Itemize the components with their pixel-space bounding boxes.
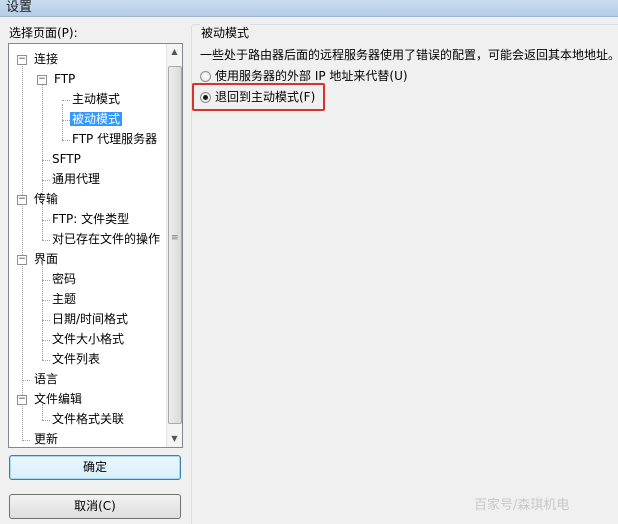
tree-item-generic-proxy[interactable]: 通用代理 <box>50 170 102 188</box>
tree-item-updates[interactable]: 更新 <box>32 430 60 447</box>
tree-line <box>42 360 50 361</box>
window-title: 设置 <box>6 0 33 15</box>
tree-item-ftp-file-types[interactable]: FTP: 文件类型 <box>50 210 131 228</box>
tree-item-label: 文件大小格式 <box>52 332 125 346</box>
tree-line <box>42 420 50 421</box>
tree-line <box>42 280 50 281</box>
scroll-down-icon[interactable]: ▼ <box>167 431 182 447</box>
tree-item-label: 更新 <box>34 432 59 446</box>
tree-item-label: 通用代理 <box>52 172 101 186</box>
tree-line <box>62 104 63 140</box>
tree-line <box>62 100 70 101</box>
tree-item-label: 语言 <box>34 372 59 386</box>
tree-item-connection[interactable]: 连接 <box>32 50 60 68</box>
tree-item-label: SFTP <box>52 152 81 166</box>
highlight-box <box>192 83 325 111</box>
tree-item-language[interactable]: 语言 <box>32 370 60 388</box>
tree-item-passwords[interactable]: 密码 <box>50 270 78 288</box>
tree-line <box>42 264 43 360</box>
tree-item-label: 文件格式关联 <box>52 412 125 426</box>
grip-icon: ≡ <box>171 233 179 243</box>
scrollbar-thumb[interactable]: ≡ <box>168 66 182 424</box>
tree-item-datetime-format[interactable]: 日期/时间格式 <box>50 310 130 328</box>
tree-item-existing-files[interactable]: 对已存在文件的操作 <box>50 230 162 248</box>
tree-item-interface[interactable]: 界面 <box>32 250 60 268</box>
tree-item-label: 主动模式 <box>72 92 121 106</box>
tree-item-label: FTP 代理服务器 <box>72 132 158 146</box>
collapse-icon[interactable]: − <box>17 195 27 205</box>
window-titlebar: 设置 <box>0 0 618 17</box>
tree-line <box>42 240 50 241</box>
tree-line <box>62 120 70 121</box>
tree-line <box>22 380 30 381</box>
tree-line <box>42 180 50 181</box>
tree-line <box>42 320 50 321</box>
tree-line <box>42 204 43 240</box>
tree-item-passive-mode[interactable]: 被动模式 <box>70 110 123 128</box>
tree-item-transfers[interactable]: 传输 <box>32 190 60 208</box>
tree-line <box>42 220 50 221</box>
tree-item-filesize-format[interactable]: 文件大小格式 <box>50 330 126 348</box>
collapse-icon[interactable]: − <box>37 75 47 85</box>
tree-item-label: 被动模式 <box>70 112 123 126</box>
tree-item-label: 日期/时间格式 <box>52 312 129 326</box>
tree-line <box>22 440 30 441</box>
tree-item-label: FTP: 文件类型 <box>52 212 130 226</box>
tree-item-label: FTP <box>54 72 76 86</box>
tree-line <box>22 64 23 439</box>
tree-scrollbar[interactable]: ▲ ≡ ▼ <box>166 44 182 447</box>
collapse-icon[interactable]: − <box>17 55 27 65</box>
page-tree[interactable]: − 连接 − FTP 主动模式 被动模式 FTP 代理服务器 SFTP 通用代理… <box>8 43 183 448</box>
tree-item-ftp[interactable]: FTP <box>52 70 77 88</box>
tree-item-file-editing[interactable]: 文件编辑 <box>32 390 84 408</box>
description-text: 一些处于路由器后面的远程服务器使用了错误的配置，可能会返回其本地地址。 <box>200 48 618 62</box>
tree-item-sftp[interactable]: SFTP <box>50 150 83 168</box>
tree-item-label: 文件列表 <box>52 352 101 366</box>
tree-item-file-lists[interactable]: 文件列表 <box>50 350 102 368</box>
tree-item-active-mode[interactable]: 主动模式 <box>70 90 122 108</box>
collapse-icon[interactable]: − <box>17 395 27 405</box>
tree-label: 选择页面(P): <box>9 26 78 40</box>
ok-button[interactable]: 确定 <box>9 455 181 480</box>
radio-icon[interactable] <box>200 71 211 82</box>
tree-item-label: 连接 <box>34 52 59 66</box>
group-title: 被动模式 <box>200 24 251 41</box>
cancel-button[interactable]: 取消(C) <box>9 494 181 519</box>
tree-item-label: 界面 <box>34 252 59 266</box>
tree-item-themes[interactable]: 主题 <box>50 290 78 308</box>
scroll-up-icon[interactable]: ▲ <box>167 44 182 60</box>
tree-line <box>62 140 70 141</box>
tree-item-label: 对已存在文件的操作 <box>52 232 161 246</box>
tree-line <box>42 340 50 341</box>
tree-line <box>42 160 50 161</box>
tree-line <box>42 300 50 301</box>
tree-item-label: 文件编辑 <box>34 392 83 406</box>
tree-item-label: 传输 <box>34 192 59 206</box>
tree-item-file-assoc[interactable]: 文件格式关联 <box>50 410 126 428</box>
tree-item-label: 密码 <box>52 272 77 286</box>
tree-item-ftp-proxy[interactable]: FTP 代理服务器 <box>70 130 159 148</box>
collapse-icon[interactable]: − <box>17 255 27 265</box>
watermark: 百家号/森琪机电 <box>474 498 570 513</box>
option-label: 使用服务器的外部 IP 地址来代替(U) <box>215 69 408 83</box>
tree-item-label: 主题 <box>52 292 77 306</box>
